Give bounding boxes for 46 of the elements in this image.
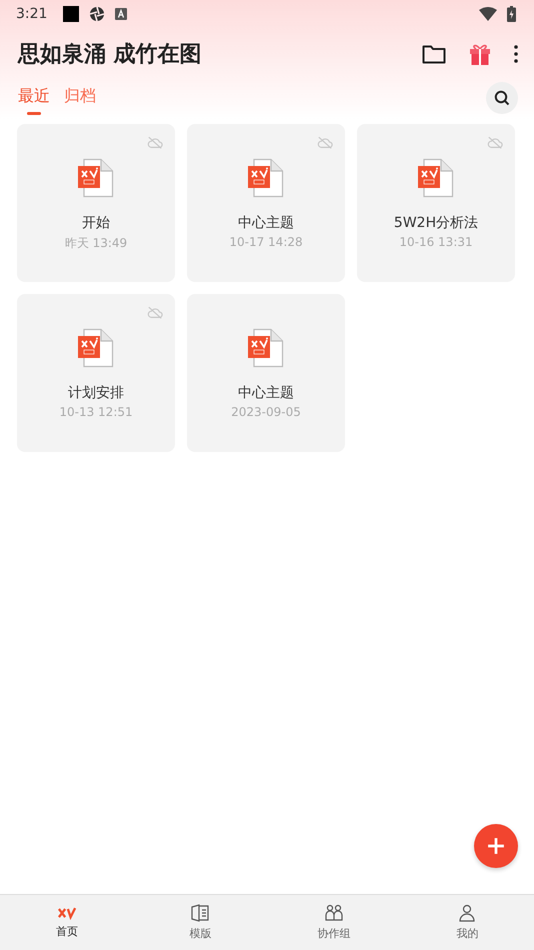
people-icon — [324, 904, 343, 922]
search-button[interactable] — [486, 82, 518, 114]
wifi-icon — [479, 7, 497, 21]
notification-icon — [63, 6, 80, 22]
nav-tab[interactable]: 协作组 — [267, 895, 400, 950]
gift-icon[interactable] — [468, 42, 492, 66]
more-icon[interactable] — [514, 45, 518, 63]
file-card[interactable]: 中心主题 2023-09-05 — [187, 294, 345, 452]
book-icon — [191, 904, 210, 922]
file-card[interactable]: 开始 昨天 13:49 — [17, 124, 175, 282]
mind-map-file-icon — [418, 158, 454, 198]
folder-icon[interactable] — [422, 44, 446, 64]
mind-map-file-icon — [78, 158, 114, 198]
search-icon — [494, 90, 510, 106]
file-time: 2023-09-05 — [231, 405, 301, 419]
plus-icon — [487, 837, 505, 855]
file-time: 10-13 12:51 — [59, 405, 133, 419]
nav-tab[interactable]: 模版 — [134, 895, 267, 950]
file-card[interactable]: 计划安排 10-13 12:51 — [17, 294, 175, 452]
person-icon — [458, 904, 476, 922]
file-name: 中心主题 — [238, 384, 294, 402]
mind-map-file-icon — [78, 328, 114, 368]
file-name: 中心主题 — [238, 214, 294, 232]
file-card[interactable]: 5W2H分析法 10-16 13:31 — [357, 124, 515, 282]
file-name: 5W2H分析法 — [394, 214, 478, 232]
aperture-icon — [89, 6, 106, 22]
file-time: 昨天 13:49 — [64, 235, 128, 252]
file-time: 10-17 14:28 — [229, 235, 303, 249]
cloud-off-icon — [147, 136, 163, 149]
nav-tab[interactable]: 首页 — [0, 895, 134, 950]
cloud-off-icon — [487, 136, 503, 149]
file-name: 开始 — [82, 214, 110, 232]
file-card[interactable]: 中心主题 10-17 14:28 — [187, 124, 345, 282]
battery-icon — [507, 6, 516, 22]
mind-map-file-icon — [248, 158, 284, 198]
file-time: 10-16 13:31 — [399, 235, 473, 249]
status-time: 3:21 — [16, 6, 48, 22]
add-button[interactable] — [474, 824, 518, 868]
nav-tab[interactable]: 我的 — [400, 895, 534, 950]
file-name: 计划安排 — [68, 384, 124, 402]
cloud-off-icon — [147, 306, 163, 319]
app-title: 思如泉涌 成竹在图 — [18, 41, 203, 69]
logo-icon — [58, 906, 76, 920]
mind-map-file-icon — [248, 328, 284, 368]
cloud-off-icon — [317, 136, 333, 149]
keyboard-icon — [115, 8, 128, 20]
